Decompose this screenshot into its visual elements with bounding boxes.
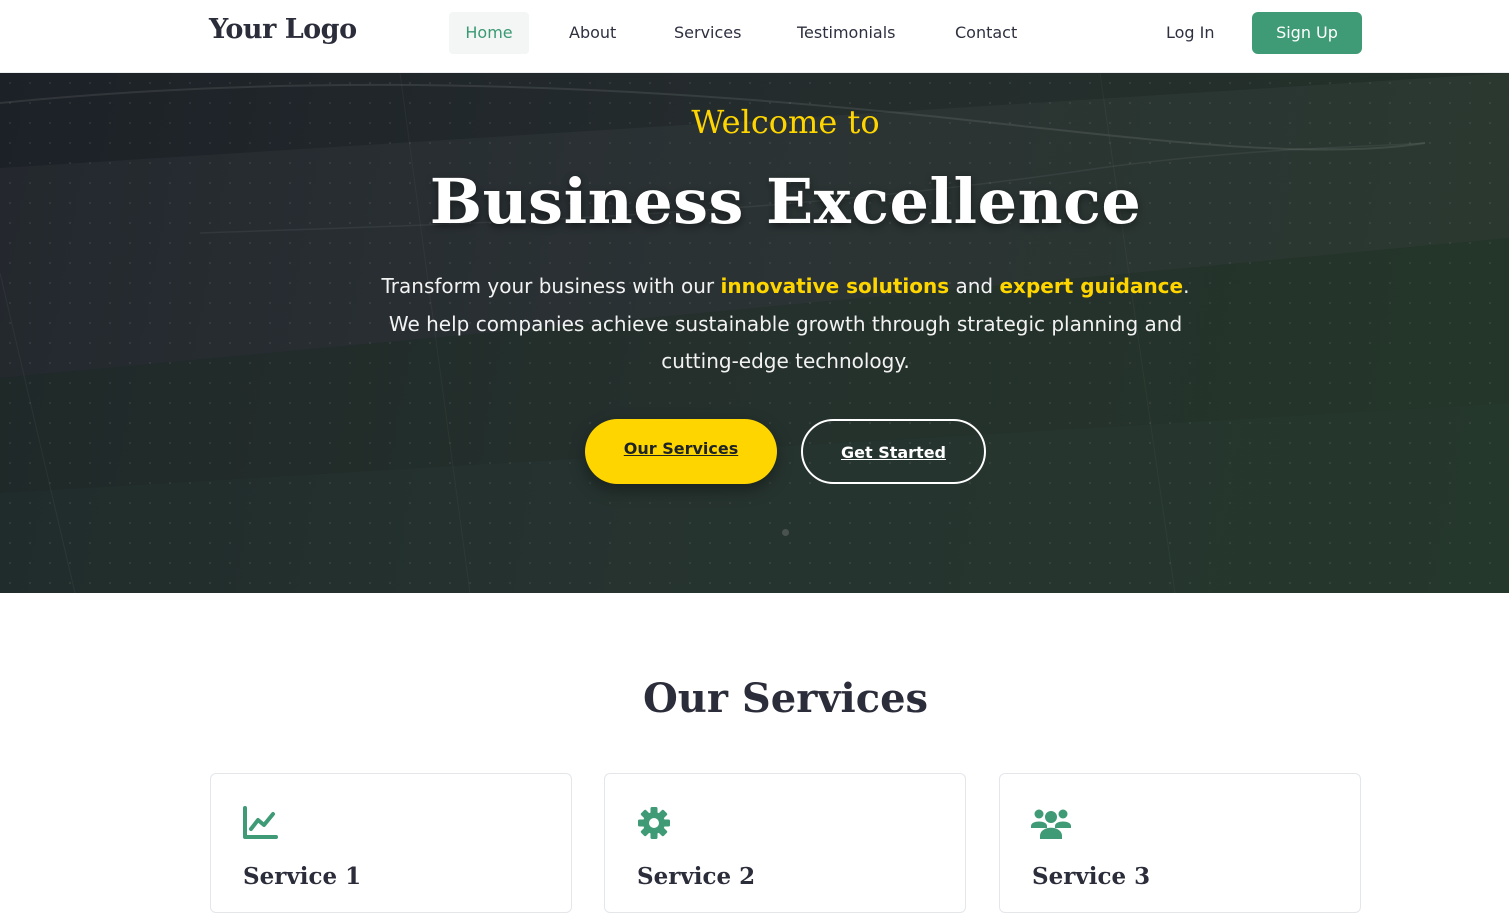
nav-link-home[interactable]: Home [449,12,529,54]
get-started-button[interactable]: Get Started [801,419,986,484]
our-services-button[interactable]: Our Services [585,419,777,484]
service-card-2[interactable]: Service 2 [604,773,966,913]
service-card-1[interactable]: Service 1 [210,773,572,913]
nav-link-about[interactable]: About [553,12,632,54]
signup-button[interactable]: Sign Up [1252,12,1362,54]
navbar: Your Logo Home About Services Testimonia… [0,0,1509,73]
scroll-indicator [782,529,789,536]
services-title: Our Services [642,675,929,722]
service-card-3[interactable]: Service 3 [999,773,1361,913]
users-icon [1031,809,1071,839]
nav-link-testimonials[interactable]: Testimonials [781,12,912,54]
hero-text-part1: Transform your business with our [381,274,721,298]
hero-kicker: Welcome to [691,103,880,141]
login-button[interactable]: Log In [1150,12,1231,54]
service-card-title: Service 3 [1032,863,1151,890]
nav-link-services[interactable]: Services [658,12,757,54]
logo[interactable]: Your Logo [209,14,357,45]
hero-highlight-solutions: innovative solutions [720,274,950,298]
chart-line-icon [243,806,278,839]
hero-title: Business Excellence [429,165,1142,238]
hero-section: Welcome to Business Excellence Transform… [0,73,1509,593]
gear-icon [638,807,670,839]
hero-description: Transform your business with our innovat… [380,268,1191,381]
hero-highlight-guidance: expert guidance [999,274,1184,298]
service-card-title: Service 2 [637,863,756,890]
hero-text-part2: and [949,274,1000,298]
nav-link-contact[interactable]: Contact [939,12,1033,54]
service-card-title: Service 1 [243,863,362,890]
